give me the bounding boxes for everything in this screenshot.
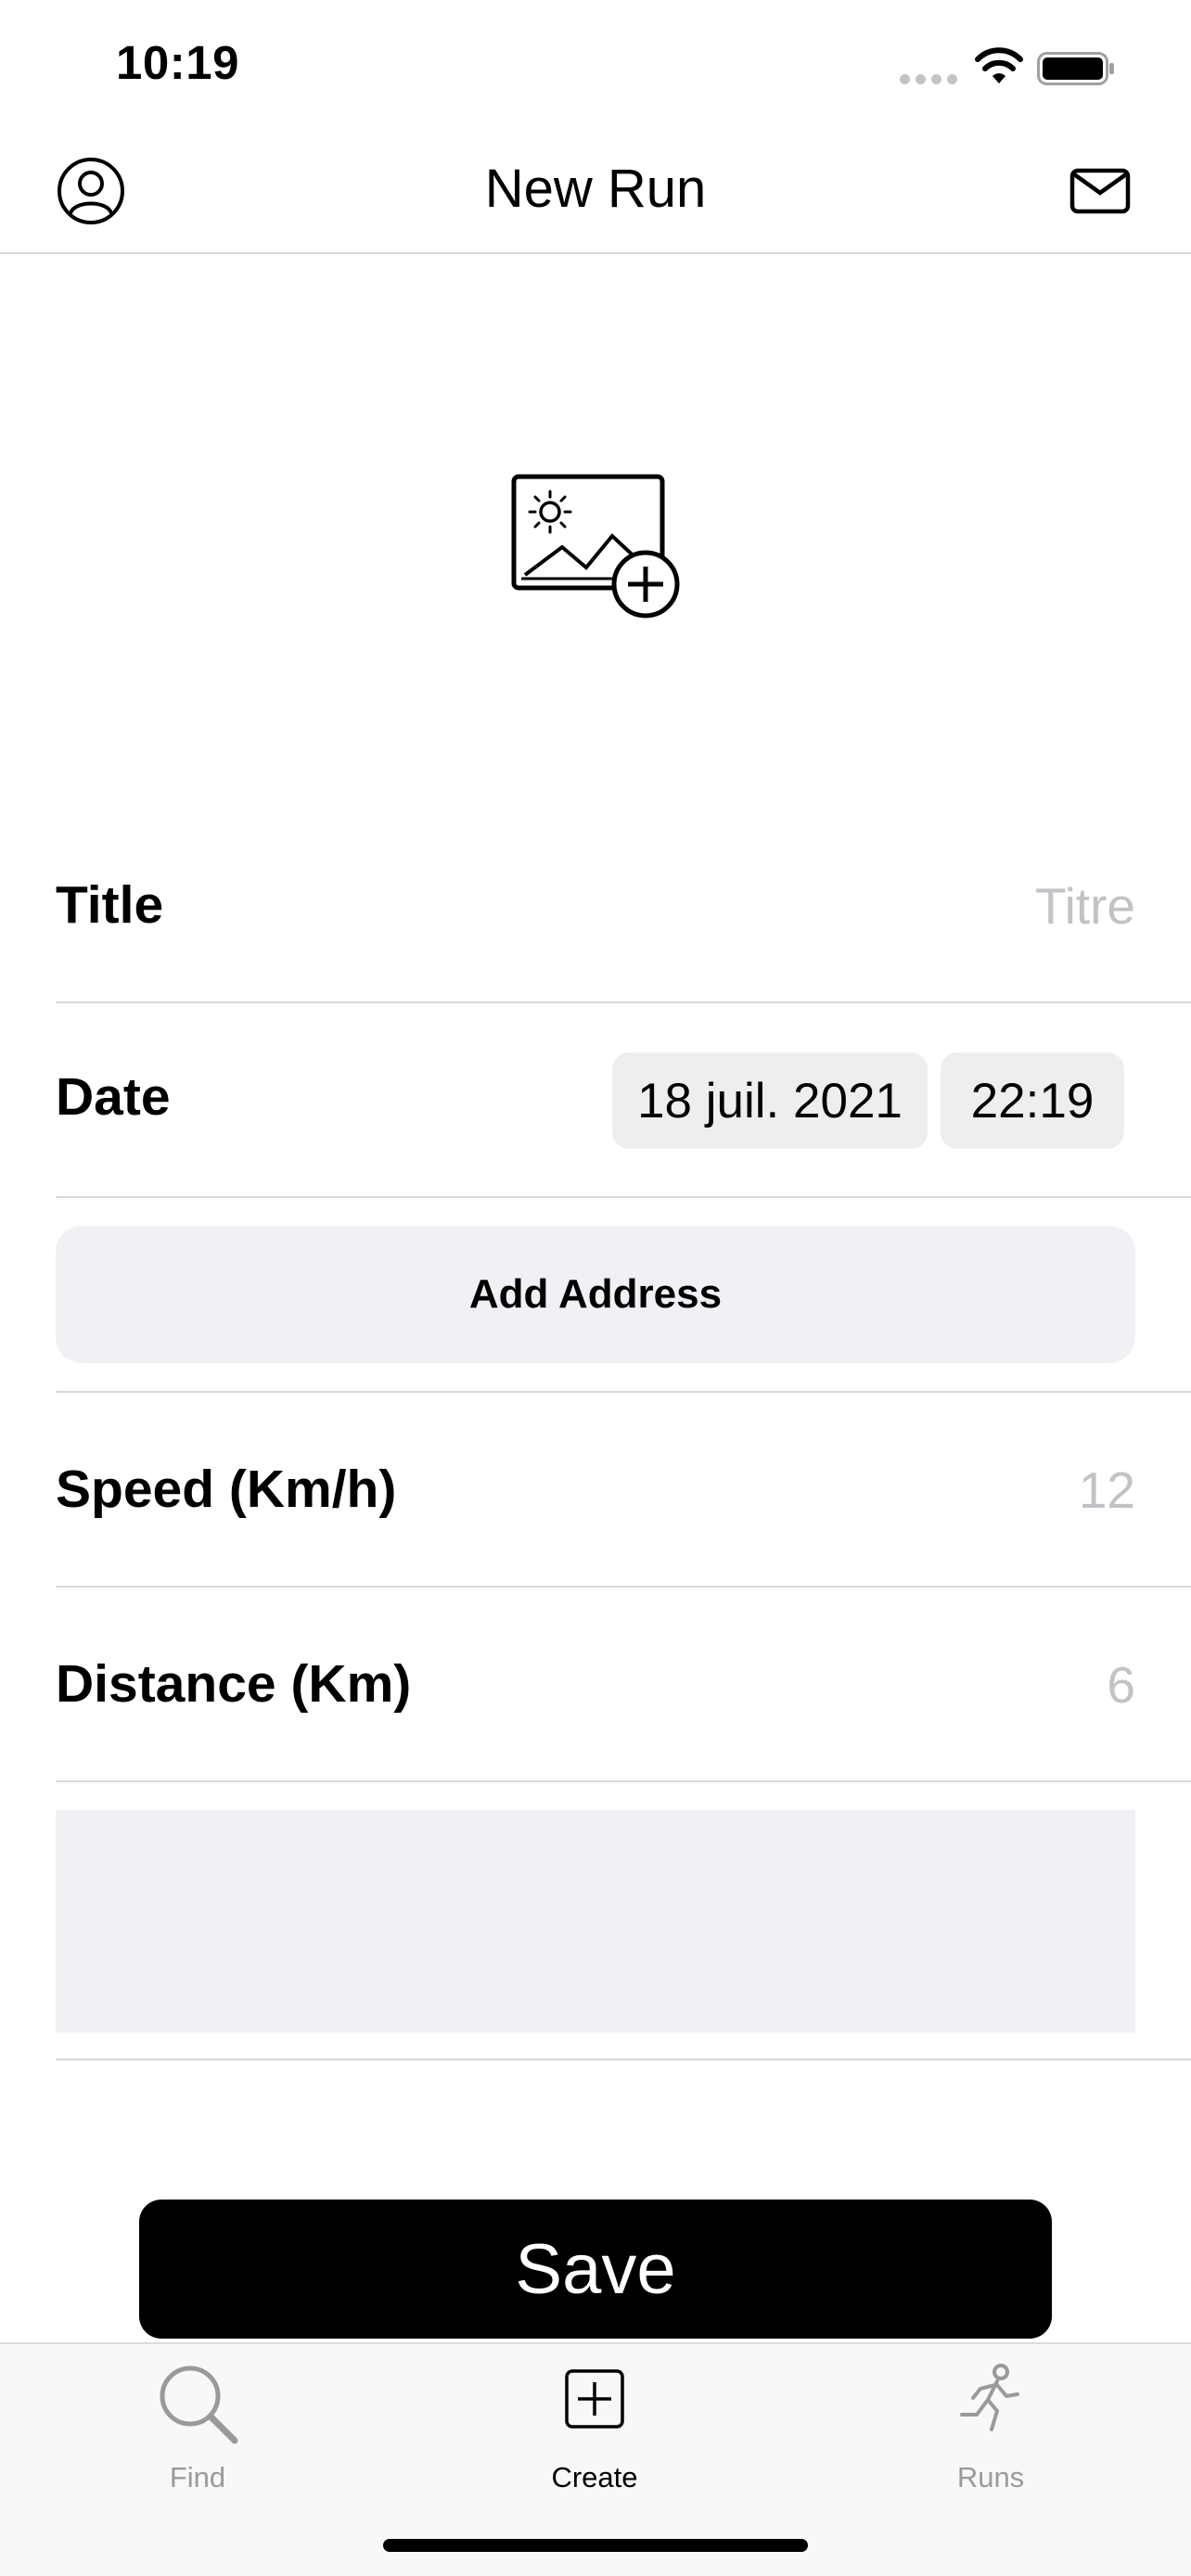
battery-icon [1037,52,1114,85]
wifi-icon [975,47,1023,83]
navigation-bar: New Run [0,130,1191,254]
speed-row: Speed (Km/h) 12 [56,1393,1191,1588]
new-run-screen: 10:19 New Run Title Titre Date 18 juil. … [0,0,1191,2576]
search-icon [160,2366,238,2444]
save-button[interactable]: Save [139,2200,1052,2339]
tab-runs[interactable]: Runs [852,2344,1130,2502]
distance-field[interactable]: 6 [1107,1655,1135,1715]
speed-label: Speed (Km/h) [56,1460,397,1519]
runner-icon [960,2364,1019,2431]
page-title: New Run [484,159,707,219]
speed-field[interactable]: 12 [1079,1460,1135,1520]
tab-find[interactable]: Find [58,2344,337,2502]
distance-row: Distance (Km) 6 [56,1588,1191,1782]
add-address-button[interactable]: Add Address [56,1226,1135,1363]
tab-create-label: Create [551,2461,638,2493]
time-picker-button[interactable]: 22:19 [941,1052,1124,1149]
status-bar: 10:19 [0,0,1191,130]
date-label: Date [56,1067,171,1127]
distance-label: Distance (Km) [56,1654,412,1714]
title-row: Title Titre [56,809,1191,1003]
title-label: Title [56,875,164,935]
address-row: Add Address [56,1198,1191,1393]
add-photo-icon[interactable] [508,471,685,621]
date-row: Date 18 juil. 2021 22:19 [56,1003,1191,1198]
tab-create[interactable]: Create [455,2344,734,2502]
signal-dots-icon [900,74,957,85]
date-picker-button[interactable]: 18 juil. 2021 [612,1052,928,1149]
home-indicator[interactable] [383,2539,808,2552]
tab-runs-label: Runs [956,2461,1025,2493]
notes-text-area[interactable] [56,1810,1135,2033]
tab-find-label: Find [169,2461,226,2493]
title-field[interactable]: Titre [1035,876,1135,936]
notes-row [56,1782,1191,2060]
status-time: 10:19 [116,36,239,89]
mail-icon[interactable] [1069,159,1132,223]
plus-square-icon [565,2369,624,2429]
